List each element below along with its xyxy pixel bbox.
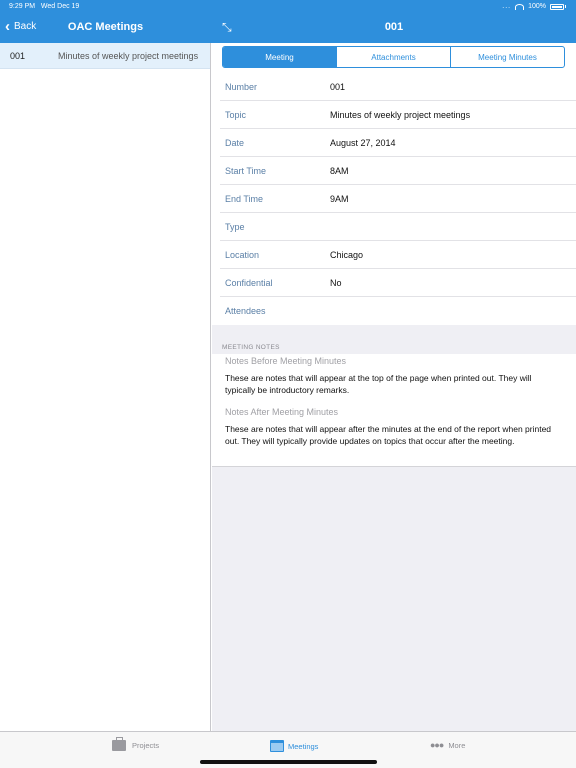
field-label: End Time xyxy=(225,193,264,204)
status-date: Wed Dec 19 xyxy=(40,3,80,10)
segmented-control: Meeting Attachments Meeting Minutes xyxy=(222,46,565,68)
field-confidential[interactable]: Confidential No xyxy=(220,269,576,297)
field-label: Topic xyxy=(225,109,247,120)
section-header: MEETING NOTES xyxy=(212,322,576,354)
field-label: Number xyxy=(225,81,258,92)
status-time-date: 9:29 PM Wed Dec 19 xyxy=(9,3,79,10)
master-nav-bar: ‹ Back OAC Meetings xyxy=(0,14,211,43)
meeting-detail: Meeting Attachments Meeting Minutes Numb… xyxy=(212,43,576,731)
home-indicator xyxy=(200,760,377,764)
field-value: Chicago xyxy=(330,249,364,260)
field-location[interactable]: Location Chicago xyxy=(220,241,576,269)
segment-meeting-minutes[interactable]: Meeting Minutes xyxy=(451,47,564,67)
segment-attachments[interactable]: Attachments xyxy=(337,47,451,67)
status-time: 9:29 PM xyxy=(9,3,36,10)
field-value: 8AM xyxy=(330,165,349,176)
master-title: OAC Meetings xyxy=(67,21,144,33)
battery-icon xyxy=(550,3,564,10)
field-topic[interactable]: Topic Minutes of weekly project meetings xyxy=(220,101,576,129)
briefcase-icon xyxy=(112,737,126,751)
field-value: No xyxy=(330,277,342,288)
field-value: Minutes of weekly project meetings xyxy=(330,109,471,120)
field-attendees[interactable]: Attendees xyxy=(220,297,576,325)
tab-projects[interactable]: Projects xyxy=(112,737,160,751)
list-item[interactable]: 001 Minutes of weekly project meetings xyxy=(0,43,210,69)
field-label: Attendees xyxy=(225,306,266,316)
notes-after-title: Notes After Meeting Minutes xyxy=(225,407,339,417)
field-label: Start Time xyxy=(225,165,267,176)
field-label: Location xyxy=(225,249,260,260)
detail-title: 001 xyxy=(384,21,404,33)
calendar-icon xyxy=(270,740,284,752)
meeting-fields: Number 001 Topic Minutes of weekly proje… xyxy=(212,73,576,325)
meeting-notes-header: MEETING NOTES xyxy=(222,344,280,351)
top-bar: 9:29 PM Wed Dec 19 ... 100% ‹ Back OAC M… xyxy=(0,0,576,43)
more-dots-icon: ●●● xyxy=(430,740,444,750)
tab-label: More xyxy=(448,740,466,750)
tab-meetings[interactable]: Meetings xyxy=(270,740,318,752)
notes-before-body[interactable]: These are notes that will appear at the … xyxy=(212,373,576,396)
segment-bar: Meeting Attachments Meeting Minutes xyxy=(212,43,576,73)
detail-nav-bar: ⤡ 001 xyxy=(212,14,576,43)
status-indicators: ... 100% xyxy=(502,3,566,10)
meeting-notes: Notes Before Meeting Minutes These are n… xyxy=(212,354,576,467)
field-type[interactable]: Type xyxy=(220,213,576,241)
field-value: 001 xyxy=(330,81,346,92)
meeting-topic: Minutes of weekly project meetings xyxy=(58,50,199,61)
field-label: Type xyxy=(225,221,245,232)
meeting-number: 001 xyxy=(10,50,26,61)
notes-before-title: Notes Before Meeting Minutes xyxy=(225,356,347,366)
signal-dots: ... xyxy=(502,3,512,10)
battery-percent: 100% xyxy=(528,3,546,10)
field-date[interactable]: Date August 27, 2014 xyxy=(220,129,576,157)
tab-more[interactable]: ●●● More xyxy=(430,740,465,750)
tab-label: Projects xyxy=(132,741,160,750)
wifi-icon xyxy=(515,3,525,10)
tab-label: Meetings xyxy=(288,741,319,751)
field-value: 9AM xyxy=(330,193,349,204)
meetings-list: 001 Minutes of weekly project meetings xyxy=(0,43,211,731)
segment-meeting[interactable]: Meeting xyxy=(223,47,337,67)
field-number[interactable]: Number 001 xyxy=(220,73,576,101)
battery-tip xyxy=(565,5,566,8)
field-start-time[interactable]: Start Time 8AM xyxy=(220,157,576,185)
field-label: Date xyxy=(225,137,245,148)
field-label: Confidential xyxy=(225,277,273,288)
notes-after-body[interactable]: These are notes that will appear after t… xyxy=(212,424,576,447)
field-end-time[interactable]: End Time 9AM xyxy=(220,185,576,213)
field-value: August 27, 2014 xyxy=(330,137,396,148)
